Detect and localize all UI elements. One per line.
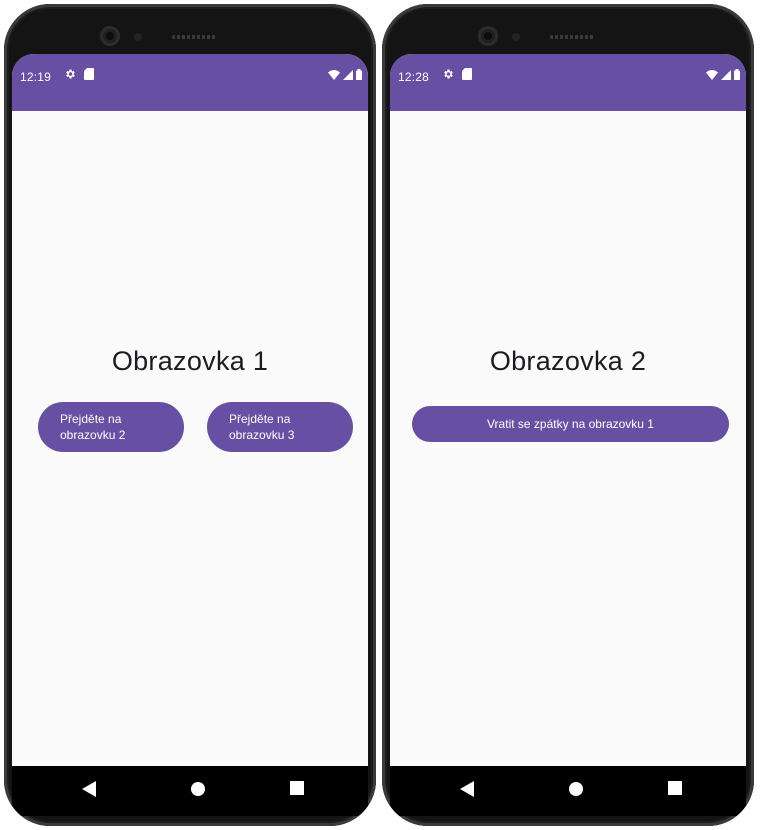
front-camera-icon bbox=[100, 26, 120, 46]
status-left-icons bbox=[442, 68, 472, 80]
earpiece-speaker bbox=[550, 35, 594, 39]
proximity-sensor bbox=[512, 33, 520, 41]
signal-icon bbox=[721, 69, 731, 80]
gear-icon bbox=[64, 68, 76, 80]
status-right-icons bbox=[706, 69, 740, 80]
sd-card-icon bbox=[84, 68, 94, 80]
home-circle-icon[interactable] bbox=[190, 781, 206, 797]
status-bar: 12:28 bbox=[390, 54, 746, 111]
back-to-screen-1-button[interactable]: Vratit se zpátky na obrazovku 1 bbox=[412, 406, 729, 442]
back-triangle-icon[interactable] bbox=[460, 781, 474, 797]
status-time: 12:19 bbox=[20, 70, 52, 84]
screen-2: 12:28 Obrazovka 2 Vratit se zpátky na ob… bbox=[390, 54, 746, 816]
status-right-icons bbox=[328, 69, 362, 80]
screen-title: Obrazovka 2 bbox=[489, 346, 647, 376]
status-time: 12:28 bbox=[398, 70, 430, 84]
screen-title: Obrazovka 1 bbox=[111, 346, 269, 376]
wifi-icon bbox=[328, 69, 340, 80]
front-camera-icon bbox=[478, 26, 498, 46]
status-bar: 12:19 bbox=[12, 54, 368, 111]
phone-top-bezel bbox=[382, 4, 754, 60]
phone-left: 12:19 Obrazovka 1 Přejděte na obrazovku … bbox=[4, 4, 376, 826]
back-triangle-icon[interactable] bbox=[82, 781, 96, 797]
sd-card-icon bbox=[462, 68, 472, 80]
proximity-sensor bbox=[134, 33, 142, 41]
screen-1: 12:19 Obrazovka 1 Přejděte na obrazovku … bbox=[12, 54, 368, 816]
recents-square-icon[interactable] bbox=[290, 781, 304, 795]
phone-right: 12:28 Obrazovka 2 Vratit se zpátky na ob… bbox=[382, 4, 754, 826]
battery-icon bbox=[356, 69, 362, 80]
go-to-screen-2-button[interactable]: Přejděte na obrazovku 2 bbox=[38, 402, 184, 452]
gear-icon bbox=[442, 68, 454, 80]
status-left-icons bbox=[64, 68, 94, 80]
signal-icon bbox=[343, 69, 353, 80]
navigation-bar bbox=[390, 766, 746, 816]
wifi-icon bbox=[706, 69, 718, 80]
navigation-bar bbox=[12, 766, 368, 816]
phone-top-bezel bbox=[4, 4, 376, 60]
recents-square-icon[interactable] bbox=[668, 781, 682, 795]
earpiece-speaker bbox=[172, 35, 216, 39]
home-circle-icon[interactable] bbox=[568, 781, 584, 797]
battery-icon bbox=[734, 69, 740, 80]
go-to-screen-3-button[interactable]: Přejděte na obrazovku 3 bbox=[207, 402, 353, 452]
